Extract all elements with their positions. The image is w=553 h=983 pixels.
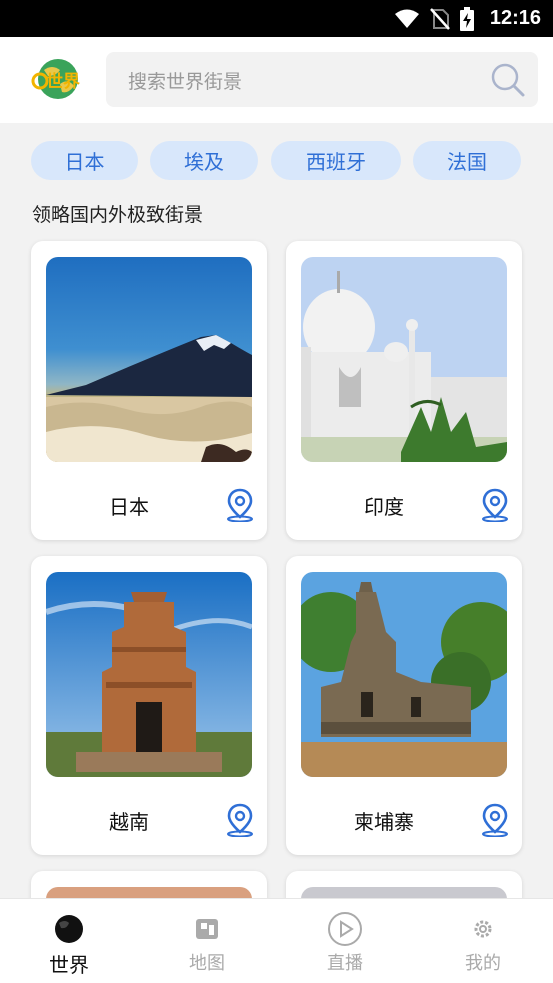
play-icon: [327, 911, 363, 947]
card-title: 印度: [364, 495, 404, 519]
section-title: 领略国内外极致街景: [32, 204, 204, 226]
status-time: 12:16: [489, 7, 541, 29]
card-title: 日本: [109, 495, 149, 519]
tab-map[interactable]: 地图: [138, 899, 276, 983]
app-logo[interactable]: 世界: [30, 58, 90, 100]
wifi-icon: [394, 9, 420, 29]
tab-mine[interactable]: 我的: [414, 899, 552, 983]
chip-france[interactable]: 法国: [413, 141, 521, 180]
no-sim-icon: [429, 7, 450, 30]
destination-card[interactable]: 柬埔寨: [286, 556, 522, 855]
search-placeholder: 搜索世界街景: [128, 71, 243, 93]
settings-icon: [472, 911, 494, 947]
angkor-temple-photo: [301, 572, 507, 777]
tab-label: 直播: [327, 953, 363, 974]
map-icon: [193, 911, 221, 947]
tab-label: 世界: [49, 953, 89, 977]
taj-mahal-photo: [301, 257, 507, 462]
destination-card[interactable]: 越南: [31, 556, 267, 855]
search-icon[interactable]: [490, 62, 526, 102]
tab-label: 地图: [189, 953, 225, 974]
status-bar: 12:16: [0, 0, 553, 37]
chip-spain[interactable]: 西班牙: [271, 141, 401, 180]
tab-world[interactable]: 世界: [0, 899, 138, 983]
chip-egypt[interactable]: 埃及: [150, 141, 258, 180]
location-pin-icon[interactable]: [480, 488, 510, 526]
header: 世界 搜索世界街景: [0, 37, 553, 123]
search-input[interactable]: 搜索世界街景: [106, 52, 538, 107]
bottom-tab-bar: 世界 地图 直播 我的: [0, 898, 553, 983]
svg-text:世界: 世界: [46, 72, 80, 92]
card-title: 越南: [109, 810, 149, 834]
location-pin-icon[interactable]: [480, 803, 510, 841]
location-pin-icon[interactable]: [225, 803, 255, 841]
tab-live[interactable]: 直播: [276, 899, 414, 983]
cham-tower-photo: [46, 572, 252, 777]
location-pin-icon[interactable]: [225, 488, 255, 526]
destination-card[interactable]: 印度: [286, 241, 522, 540]
mount-fuji-photo: [46, 257, 252, 462]
chip-japan[interactable]: 日本: [31, 141, 138, 180]
card-title: 柬埔寨: [354, 810, 414, 834]
tab-label: 我的: [465, 953, 501, 974]
country-chips: 日本 埃及 西班牙 法国: [31, 141, 521, 181]
destination-card[interactable]: 日本: [31, 241, 267, 540]
battery-charging-icon: [459, 6, 474, 31]
globe-icon: [53, 911, 85, 947]
